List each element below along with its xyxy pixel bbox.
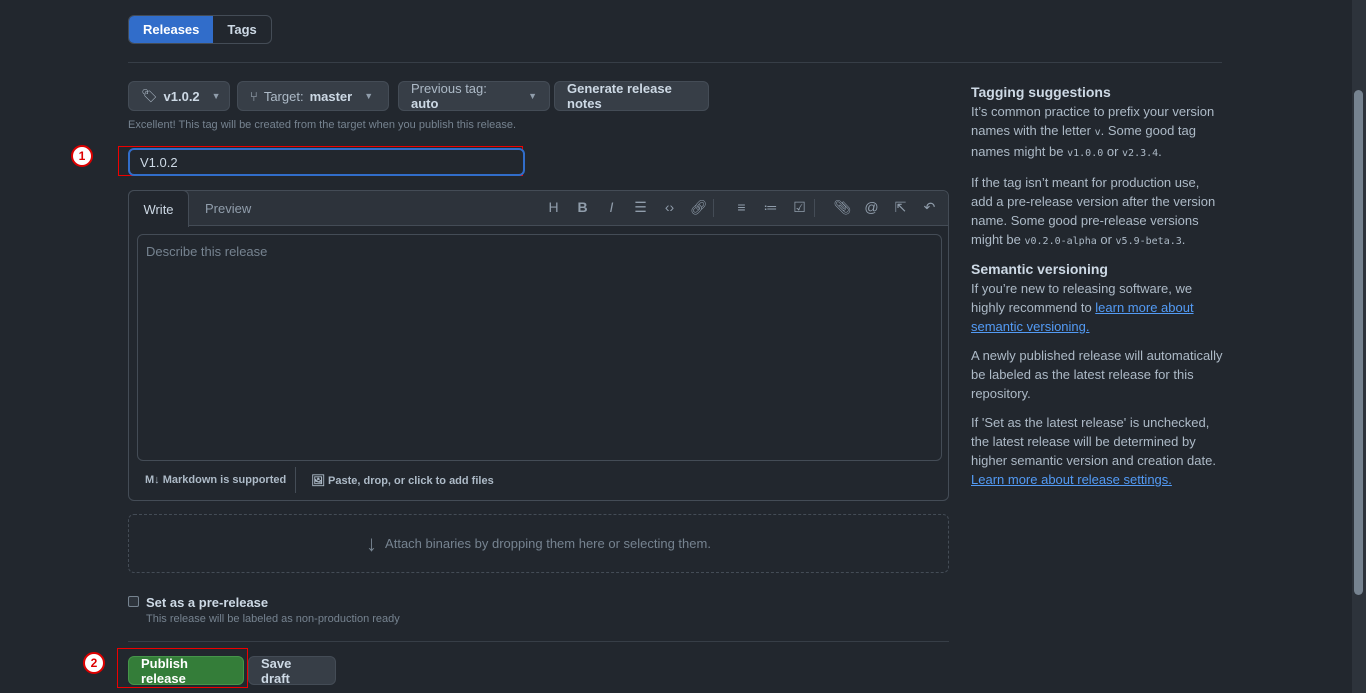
description-textarea[interactable]: Describe this release	[137, 234, 942, 461]
tab-write[interactable]: Write	[128, 190, 189, 227]
previous-tag-button[interactable]: Previous tag: auto ▼	[398, 81, 550, 111]
tag-note: Excellent! This tag will be created from…	[128, 119, 517, 131]
publish-release-button[interactable]: Publish release	[128, 656, 244, 686]
tab-releases[interactable]: Releases	[129, 16, 214, 43]
save-draft-button[interactable]: Save draft	[248, 656, 336, 686]
unordered-list-icon[interactable]: ≔	[756, 199, 785, 217]
releases-tags-toggle: Releases Tags	[128, 15, 272, 44]
caret-down-icon: ▼	[364, 91, 374, 101]
divider	[128, 62, 1222, 63]
tab-tags[interactable]: Tags	[213, 16, 270, 43]
ordered-list-icon[interactable]: ≡	[727, 199, 756, 217]
caret-down-icon: ▼	[528, 91, 537, 101]
add-files-link[interactable]: 🖼︎ Paste, drop, or click to add files	[311, 474, 494, 487]
mention-icon[interactable]: @	[857, 199, 886, 217]
attach-icon[interactable]: 📎︎	[828, 199, 857, 217]
scrollbar-thumb[interactable]	[1354, 90, 1363, 595]
markdown-supported[interactable]: M↓ Markdown is supported	[145, 474, 286, 486]
reference-icon[interactable]: ⇱	[886, 199, 915, 217]
semver-text: If you’re new to releasing software, we …	[971, 281, 1194, 334]
branch-icon: ⑂	[250, 88, 258, 104]
tab-preview[interactable]: Preview	[205, 201, 251, 216]
annotation-1: 1	[71, 145, 93, 167]
markdown-icon: M↓	[145, 474, 163, 486]
tag-select-button[interactable]: 🏷︎ v1.0.2 ▼	[128, 81, 230, 111]
heading-icon[interactable]: H	[539, 199, 568, 217]
image-icon: 🖼︎	[311, 475, 329, 487]
editor: Write Preview Describe this release M↓ M…	[128, 190, 949, 501]
generate-release-notes-button[interactable]: Generate release notes	[554, 81, 709, 111]
release-settings-link[interactable]: Learn more about release settings.	[971, 472, 1172, 487]
code-icon[interactable]: ‹›	[655, 199, 684, 217]
bold-icon[interactable]: B	[568, 199, 597, 217]
tagging-heading: Tagging suggestions	[971, 84, 1111, 100]
prerelease-text: If the tag isn’t meant for production us…	[971, 175, 1216, 247]
tag-icon: 🏷︎	[141, 88, 158, 103]
sidebar: Tagging suggestions It’s common practice…	[971, 84, 1223, 499]
previous-tag-label: Previous tag: auto	[411, 81, 487, 111]
task-list-icon[interactable]: ☑	[785, 199, 814, 217]
undo-icon[interactable]: ↶	[915, 199, 944, 217]
target-select-button[interactable]: ⑂ Target: master ▼	[237, 81, 389, 111]
semver-heading: Semantic versioning	[971, 261, 1108, 277]
attach-binaries-dropzone[interactable]: ↓ Attach binaries by dropping them here o…	[128, 514, 949, 573]
italic-icon[interactable]: I	[597, 199, 626, 217]
arrow-down-icon: ↓	[366, 530, 378, 556]
caret-down-icon: ▼	[211, 91, 221, 101]
tagging-text: It’s common practice to prefix your vers…	[971, 104, 1215, 159]
scrollbar[interactable]	[1352, 0, 1366, 693]
divider	[295, 467, 296, 493]
prerelease-label[interactable]: Set as a pre-release	[146, 595, 268, 610]
annotation-2: 2	[83, 652, 105, 674]
settings-text: If 'Set as the latest release' is unchec…	[971, 415, 1216, 487]
prerelease-checkbox[interactable]	[128, 596, 139, 607]
link-icon[interactable]: 🔗︎	[684, 199, 713, 217]
quote-icon[interactable]: ☰	[626, 199, 655, 217]
editor-toolbar: H B I ☰ ‹› 🔗︎ ≡ ≔ ☑ 📎︎ @ ⇱ ↶	[539, 199, 944, 217]
release-title-input[interactable]: V1.0.2	[128, 148, 525, 176]
latest-text: A newly published release will automatic…	[971, 348, 1223, 401]
prerelease-note: This release will be labeled as non-prod…	[146, 613, 400, 625]
divider	[128, 641, 949, 642]
